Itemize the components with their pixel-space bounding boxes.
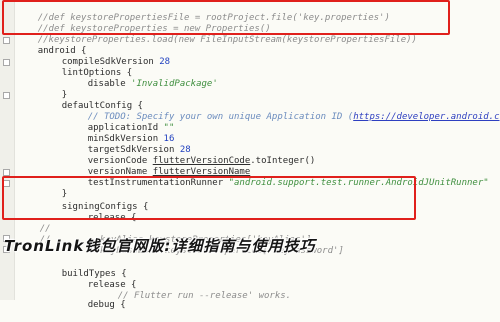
code-line[interactable]: }	[40, 79, 67, 100]
code-text: debug {	[87, 300, 126, 310]
fold-marker-icon[interactable]	[3, 92, 10, 99]
code-line[interactable]: android {	[16, 35, 87, 56]
code-link[interactable]: https://developer.android.c	[353, 112, 499, 122]
code-line[interactable]: versionCode flutterVersionCode.toInteger…	[66, 145, 316, 166]
highlight-box-keystore	[2, 0, 450, 35]
code-text: .toInteger()	[250, 156, 316, 166]
code-comment: //keystoreProperties.load(new FileInputS…	[37, 35, 417, 45]
code-line[interactable]: release {	[66, 269, 137, 290]
code-line[interactable]: debug {	[66, 289, 126, 310]
code-line[interactable]: defaultConfig {	[40, 90, 143, 111]
code-line[interactable]: versionName flutterVersionName	[66, 156, 251, 177]
fold-marker-icon[interactable]	[3, 37, 10, 44]
code-line[interactable]: targetSdkVersion 28	[66, 134, 191, 155]
overlay-caption: TronLink钱包官网版:详细指南与使用技巧	[4, 237, 316, 255]
code-line[interactable]: buildTypes {	[40, 258, 127, 279]
code-string: 'InvalidPackage'	[131, 79, 218, 89]
code-line[interactable]: // keyPassword keystoreProperties['keyPa…	[18, 224, 344, 256]
code-line[interactable]: lintOptions {	[40, 57, 132, 78]
code-line[interactable]: disable 'InvalidPackage'	[66, 68, 218, 89]
fold-marker-icon[interactable]	[3, 59, 10, 66]
fold-marker-icon[interactable]	[3, 169, 10, 176]
code-line[interactable]: minSdkVersion 16	[66, 123, 175, 144]
code-line[interactable]: applicationId ""	[66, 112, 175, 133]
code-line[interactable]: compileSdkVersion 28	[40, 46, 170, 67]
code-line[interactable]: // TODO: Specify your own unique Applica…	[66, 101, 500, 122]
code-keyword: disable	[87, 79, 132, 89]
code-number: 28	[159, 57, 171, 67]
highlight-box-signing	[2, 176, 416, 220]
